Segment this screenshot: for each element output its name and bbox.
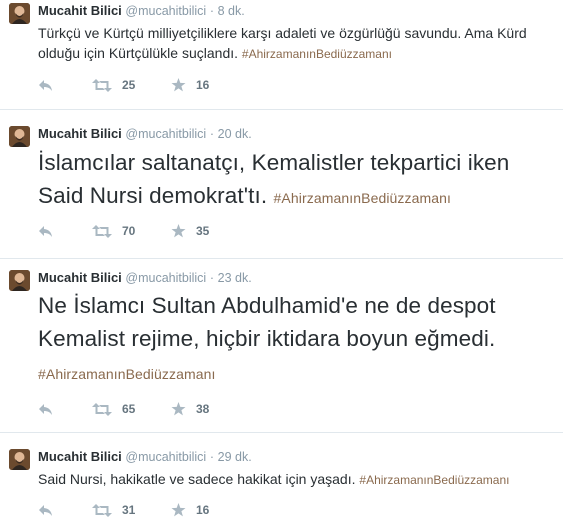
hashtag-link[interactable]: #AhirzamanınBediüzzamanı [38, 366, 216, 382]
favorite-button[interactable]: 16 [171, 501, 209, 519]
favorite-count: 16 [196, 503, 210, 517]
display-name[interactable]: Mucahit Bilici [38, 449, 122, 464]
reply-icon [39, 79, 52, 91]
retweet-button[interactable]: 31 [92, 501, 135, 519]
star-icon [171, 224, 186, 238]
retweet-button[interactable]: 65 [92, 400, 135, 418]
tweet-text: İslamcılar saltanatçı, Kemalistler tekpa… [38, 146, 559, 215]
tweet[interactable]: Mucahit Bilici @mucahitbilici · 29 dk. S… [0, 433, 563, 528]
tweet-header: Mucahit Bilici @mucahitbilici · 23 dk. [38, 270, 252, 286]
separator-dot: · [209, 4, 214, 18]
tweet-header: Mucahit Bilici @mucahitbilici · 29 dk. [38, 449, 252, 465]
separator-dot: · [209, 450, 214, 464]
retweet-icon [92, 224, 112, 238]
tweet-actions: 65 38 [38, 400, 338, 418]
timestamp[interactable]: 20 dk. [218, 127, 252, 141]
avatar[interactable] [9, 270, 30, 291]
retweet-count: 70 [122, 224, 136, 238]
reply-icon [39, 403, 52, 415]
username[interactable]: @mucahitbilici [125, 4, 206, 18]
favorite-count: 16 [196, 78, 210, 92]
avatar[interactable] [9, 126, 30, 147]
retweet-button[interactable]: 70 [92, 222, 135, 240]
reply-icon [39, 504, 52, 516]
favorite-count: 38 [196, 402, 210, 416]
tweet-text: Ne İslamcı Sultan Abdulhamid'e ne de des… [38, 289, 559, 391]
timestamp[interactable]: 8 dk. [218, 4, 245, 18]
tweet-body: Ne İslamcı Sultan Abdulhamid'e ne de des… [38, 293, 496, 351]
favorite-count: 35 [196, 224, 210, 238]
separator-dot: · [209, 127, 214, 141]
favorite-button[interactable]: 16 [171, 76, 209, 94]
reply-button[interactable] [38, 400, 53, 418]
reply-button[interactable] [38, 501, 53, 519]
tweet[interactable]: Mucahit Bilici @mucahitbilici · 20 dk. İ… [0, 110, 563, 259]
timestamp[interactable]: 23 dk. [218, 271, 252, 285]
hashtag-link[interactable]: #AhirzamanınBediüzzamanı [242, 47, 392, 61]
display-name[interactable]: Mucahit Bilici [38, 270, 122, 285]
star-icon [171, 503, 186, 517]
favorite-button[interactable]: 35 [171, 222, 209, 240]
tweet-feed: Mucahit Bilici @mucahitbilici · 8 dk. Tü… [0, 0, 563, 528]
tweet[interactable]: Mucahit Bilici @mucahitbilici · 23 dk. N… [0, 259, 563, 433]
display-name[interactable]: Mucahit Bilici [38, 126, 122, 141]
retweet-count: 31 [122, 503, 136, 517]
hashtag-link[interactable]: #AhirzamanınBediüzzamanı [274, 190, 452, 206]
favorite-button[interactable]: 38 [171, 400, 209, 418]
tweet-actions: 25 16 [38, 76, 338, 94]
tweet-actions: 70 35 [38, 222, 338, 240]
tweet-header: Mucahit Bilici @mucahitbilici · 20 dk. [38, 126, 252, 142]
username[interactable]: @mucahitbilici [125, 450, 206, 464]
tweet-text: Türkçü ve Kürtçü milliyetçiliklere karşı… [38, 23, 559, 64]
tweet[interactable]: Mucahit Bilici @mucahitbilici · 8 dk. Tü… [0, 0, 563, 110]
tweet-header: Mucahit Bilici @mucahitbilici · 8 dk. [38, 3, 245, 19]
retweet-icon [92, 503, 112, 517]
username[interactable]: @mucahitbilici [125, 127, 206, 141]
avatar[interactable] [9, 3, 30, 24]
tweet-actions: 31 16 [38, 501, 338, 519]
hashtag-link[interactable]: #AhirzamanınBediüzzamanı [359, 473, 509, 487]
display-name[interactable]: Mucahit Bilici [38, 3, 122, 18]
tweet-text: Said Nursi, hakikatle ve sadece hakikat … [38, 469, 559, 490]
separator-dot: · [209, 271, 214, 285]
tweet-body: Said Nursi, hakikatle ve sadece hakikat … [38, 471, 356, 487]
retweet-count: 25 [122, 78, 136, 92]
reply-button[interactable] [38, 222, 53, 240]
retweet-button[interactable]: 25 [92, 76, 135, 94]
retweet-icon [92, 78, 112, 92]
timestamp[interactable]: 29 dk. [218, 450, 252, 464]
username[interactable]: @mucahitbilici [125, 271, 206, 285]
reply-icon [39, 225, 52, 237]
retweet-icon [92, 402, 112, 416]
retweet-count: 65 [122, 402, 136, 416]
star-icon [171, 402, 186, 416]
avatar[interactable] [9, 449, 30, 470]
star-icon [171, 78, 186, 92]
reply-button[interactable] [38, 76, 53, 94]
